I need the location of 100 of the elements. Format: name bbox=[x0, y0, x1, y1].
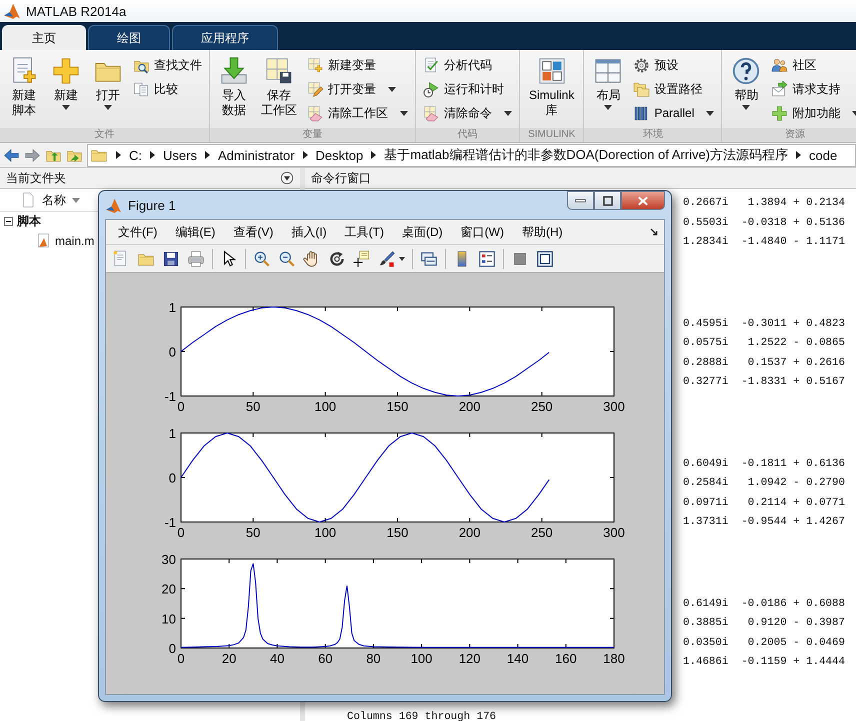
eraser-icon bbox=[423, 104, 440, 122]
path-arrow-icon bbox=[796, 151, 802, 159]
toolstrip-button[interactable]: 比较 bbox=[130, 78, 205, 100]
menu-item[interactable]: 桌面(D) bbox=[394, 221, 451, 243]
caret-icon[interactable] bbox=[399, 256, 405, 260]
maximize-button[interactable] bbox=[594, 191, 621, 210]
folder-label[interactable]: 脚本 bbox=[17, 213, 41, 230]
zoom-out-icon[interactable] bbox=[278, 250, 296, 268]
toolstrip-button[interactable]: 预设 bbox=[630, 54, 718, 76]
zoom-in-icon[interactable] bbox=[253, 250, 271, 268]
output-line: 0.6049i -0.1811 + 0.6136 bbox=[683, 456, 846, 472]
path-arrow-icon bbox=[371, 151, 376, 159]
toolstrip-button[interactable]: 布局 bbox=[588, 54, 628, 112]
ribbon-tab[interactable]: 应用程序 bbox=[172, 25, 278, 50]
path-segment[interactable]: Administrator bbox=[218, 148, 295, 162]
menu-item[interactable]: 文件(F) bbox=[110, 221, 166, 243]
toolstrip-button[interactable]: 帮助 bbox=[726, 54, 766, 112]
output-line: 0.3885i 0.9120 - 0.3987 bbox=[683, 616, 846, 631]
file-label[interactable]: main.m bbox=[55, 234, 94, 248]
tick-label: 300 bbox=[603, 399, 625, 414]
tick-label: 120 bbox=[458, 651, 481, 666]
tick-label: 1 bbox=[168, 426, 176, 441]
legend-icon[interactable] bbox=[478, 250, 496, 268]
tick-label: 0 bbox=[177, 399, 185, 414]
forward-arrow-icon[interactable] bbox=[24, 146, 41, 164]
collapse-icon[interactable] bbox=[4, 217, 13, 226]
tick-label: 300 bbox=[603, 525, 625, 540]
column-header[interactable]: 名称 bbox=[42, 192, 66, 208]
toolstrip-button[interactable]: 导入 数据 bbox=[214, 54, 254, 120]
menu-item[interactable]: 编辑(E) bbox=[167, 221, 224, 243]
toolstrip-button[interactable]: 附加功能 bbox=[768, 102, 856, 124]
link-icon[interactable] bbox=[420, 250, 438, 268]
tick-label: 180 bbox=[603, 651, 625, 666]
path-field[interactable]: C: Users Administrator Desktop 基于matlab编程谱估计的非参数DOA(Dorection of Arrive)方法源码程序 code bbox=[87, 144, 856, 166]
toolstrip-button[interactable]: 请求支持 bbox=[768, 78, 856, 100]
dropdown-icon[interactable] bbox=[280, 171, 294, 185]
close-button[interactable] bbox=[621, 191, 665, 210]
toolstrip-button[interactable]: 清除工作区 bbox=[304, 102, 411, 124]
toolstrip-button[interactable]: 打开 bbox=[88, 54, 128, 112]
menu-item[interactable]: 插入(I) bbox=[283, 221, 335, 243]
plus-icon bbox=[771, 104, 788, 122]
path-segment[interactable]: code bbox=[809, 148, 838, 162]
output-line: 0.3277i -1.8331 + 0.5167 bbox=[683, 375, 846, 390]
run-clock-icon bbox=[423, 80, 440, 98]
menu-item[interactable]: 窗口(W) bbox=[452, 221, 512, 243]
toolstrip-button[interactable]: 新建变量 bbox=[304, 54, 411, 76]
path-arrow-icon bbox=[150, 151, 155, 159]
output-line: 0.4595i -0.3011 + 0.4823 bbox=[683, 316, 846, 332]
dock-arrow-icon[interactable] bbox=[649, 226, 660, 238]
toolstrip-button[interactable]: 新建 bbox=[46, 54, 86, 112]
path-segment[interactable]: Users bbox=[163, 148, 197, 162]
output-line: 0.2667i 1.3894 + 0.2134 bbox=[683, 196, 846, 211]
tick-label: 100 bbox=[314, 399, 336, 414]
tick-label: 0 bbox=[168, 641, 176, 656]
toolstrip-button[interactable]: 打开变量 bbox=[304, 78, 411, 100]
output-line: 0.0575i 1.2522 - 0.0865 bbox=[683, 336, 846, 351]
toolstrip-button[interactable]: 新建 脚本 bbox=[4, 54, 44, 120]
back-arrow-icon[interactable] bbox=[3, 146, 20, 164]
rotate-icon[interactable] bbox=[328, 250, 346, 268]
brush-icon[interactable] bbox=[378, 250, 396, 268]
path-segment[interactable]: C: bbox=[129, 148, 142, 162]
path-arrow-icon bbox=[116, 151, 121, 159]
gear-icon bbox=[633, 56, 650, 74]
path-segment[interactable]: Desktop bbox=[316, 148, 364, 162]
toolstrip-button[interactable]: 运行和计时 bbox=[420, 78, 515, 100]
menu-item[interactable]: 帮助(H) bbox=[514, 221, 571, 243]
ribbon-tab[interactable]: 主页 bbox=[2, 25, 86, 50]
printer-icon[interactable] bbox=[187, 250, 205, 268]
section-label: 文件 bbox=[0, 128, 209, 142]
toolstrip-button[interactable]: 查找文件 bbox=[130, 54, 205, 76]
output-line: Columns 169 through 176 bbox=[347, 710, 498, 721]
tick-label: 40 bbox=[270, 651, 284, 666]
ribbon-tab[interactable]: 绘图 bbox=[88, 25, 170, 50]
menu-item[interactable]: 查看(V) bbox=[225, 221, 282, 243]
window-title: MATLAB R2014a bbox=[26, 4, 126, 18]
toolstrip-button[interactable]: 清除命令 bbox=[420, 102, 515, 124]
grid-pencil-icon bbox=[307, 80, 324, 98]
frame-icon[interactable] bbox=[536, 250, 554, 268]
panel-title: 当前文件夹 bbox=[6, 170, 66, 186]
minimize-button[interactable] bbox=[567, 191, 594, 210]
path-segment[interactable]: 基于matlab编程谱估计的非参数DOA(Dorection of Arrive)方法源码程序 bbox=[384, 146, 788, 164]
toolstrip-button[interactable]: Parallel bbox=[630, 102, 718, 124]
toolstrip-button[interactable]: 分析代码 bbox=[420, 54, 515, 76]
tick-label: 50 bbox=[246, 399, 260, 414]
output-line: 0.2584i 1.0942 - 0.2790 bbox=[683, 476, 846, 491]
documents-icon bbox=[133, 80, 150, 98]
matlab-logo-icon bbox=[3, 2, 21, 20]
tick-label: -1 bbox=[164, 515, 176, 530]
panel-title: 命令行窗口 bbox=[311, 170, 371, 186]
data-cursor-icon[interactable] bbox=[353, 250, 371, 268]
section-label: 代码 bbox=[416, 128, 519, 142]
toolstrip-button[interactable]: 设置路径 bbox=[630, 78, 718, 100]
tick-label: 140 bbox=[506, 651, 529, 666]
toolstrip-button[interactable]: Simulink 库 bbox=[524, 54, 580, 120]
tick-label: 20 bbox=[162, 582, 176, 597]
toolstrip-button[interactable]: 保存 工作区 bbox=[256, 54, 302, 120]
tick-label: 80 bbox=[366, 651, 381, 666]
menu-item[interactable]: 工具(T) bbox=[336, 221, 392, 243]
toolstrip-button[interactable]: 社区 bbox=[768, 54, 856, 76]
section-label: 资源 bbox=[722, 128, 856, 142]
